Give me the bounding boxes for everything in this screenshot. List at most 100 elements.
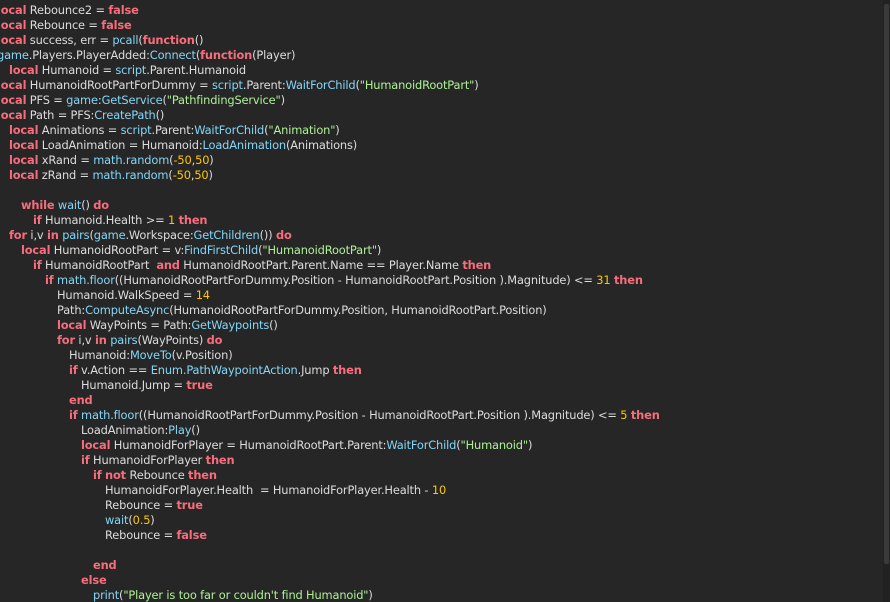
code-line[interactable]: Rebounce = true	[0, 498, 660, 513]
code-token: local	[0, 3, 27, 17]
code-token: )	[376, 243, 382, 257]
code-token: local	[9, 138, 39, 152]
code-line[interactable]: local success, err = pcall(function()	[0, 33, 660, 48]
code-line[interactable]: else	[0, 573, 660, 588]
code-token: "Player is too far or couldn't find Huma…	[123, 588, 369, 602]
code-line[interactable]: while wait() do	[0, 198, 660, 213]
code-token: (v.Position)	[171, 348, 233, 362]
code-token: FindFirstChild	[184, 243, 259, 257]
code-token: ()	[269, 318, 278, 332]
code-token: false	[101, 18, 132, 32]
code-line[interactable]: for i,v in pairs(WayPoints) do	[0, 333, 660, 348]
code-token: )	[280, 93, 285, 107]
code-line[interactable]: Path:ComputeAsync(HumanoidRootPartForDum…	[0, 303, 660, 318]
code-line[interactable]	[0, 543, 660, 558]
code-token: Connect	[149, 48, 196, 62]
code-line[interactable]: if v.Action == Enum.PathWaypointAction.J…	[0, 363, 660, 378]
code-line[interactable]: local xRand = math.random(-50,50)	[0, 153, 660, 168]
code-token: game	[93, 228, 126, 242]
code-lines[interactable]: local Rebounce2 = falselocal Rebounce = …	[0, 3, 660, 602]
code-token: (Animations)	[285, 138, 358, 152]
code-line[interactable]: Rebounce = false	[0, 528, 660, 543]
code-line[interactable]: HumanoidForPlayer.Health = HumanoidForPl…	[0, 483, 660, 498]
code-token: in	[46, 228, 59, 242]
code-line[interactable]: local Humanoid = script.Parent.Humanoid	[0, 63, 660, 78]
code-token: LoadAnimation = Humanoid:	[38, 138, 203, 152]
code-line[interactable]: if HumanoidRootPart and HumanoidRootPart…	[0, 258, 660, 273]
code-line[interactable]: Humanoid:MoveTo(v.Position)	[0, 348, 660, 363]
code-line[interactable]: local HumanoidRootPartForDummy = script.…	[0, 78, 660, 93]
code-line[interactable]: print("Player is too far or couldn't fin…	[0, 588, 660, 602]
code-token: Enum.PathWaypointAction	[150, 363, 298, 377]
code-token: not	[105, 468, 126, 482]
code-token: Animations =	[38, 123, 121, 137]
scrollbar-thumb[interactable]	[884, 4, 889, 564]
code-token: "Animation"	[268, 123, 336, 137]
code-token: 50	[194, 168, 209, 182]
code-line[interactable]: if math.floor((HumanoidRootPartForDummy.…	[0, 408, 660, 423]
code-token: )	[150, 513, 155, 527]
code-token: i,v	[26, 228, 47, 242]
code-line[interactable]: for i,v in pairs(game.Workspace:GetChild…	[0, 228, 660, 243]
code-token: HumanoidForPlayer = HumanoidRootPart.Par…	[110, 438, 387, 452]
code-token: true	[186, 378, 213, 392]
code-line[interactable]: local zRand = math.random(-50,50)	[0, 168, 660, 183]
code-token: do	[93, 198, 109, 212]
code-token: (Player)	[252, 48, 296, 62]
code-line[interactable]: if HumanoidForPlayer then	[0, 453, 660, 468]
code-line[interactable]: Humanoid.WalkSpeed = 14	[0, 288, 660, 303]
code-token: local	[21, 243, 51, 257]
code-line[interactable]: wait(0.5)	[0, 513, 660, 528]
code-token: ()	[81, 198, 94, 212]
code-token: false	[176, 528, 207, 542]
code-line[interactable]: end	[0, 393, 660, 408]
code-line[interactable]: local HumanoidForPlayer = HumanoidRootPa…	[0, 438, 660, 453]
code-token: LoadAnimation	[202, 138, 287, 152]
code-token: ((HumanoidRootPartForDummy.Position - Hu…	[138, 408, 621, 422]
code-token: "HumanoidRootPart"	[262, 243, 377, 257]
code-token: HumanoidRootPart	[41, 258, 157, 272]
code-token: xRand =	[38, 153, 94, 167]
code-line[interactable]: local HumanoidRootPart = v:FindFirstChil…	[0, 243, 660, 258]
code-token: local	[9, 63, 39, 77]
code-token: PFS =	[26, 93, 67, 107]
vertical-scrollbar[interactable]	[883, 0, 890, 602]
code-token: 50	[195, 153, 210, 167]
code-line[interactable]: Humanoid.Jump = true	[0, 378, 660, 393]
code-token: "PathfindingService"	[166, 93, 281, 107]
code-token: local	[0, 93, 27, 107]
code-line[interactable]: if Humanoid.Health >= 1 then	[0, 213, 660, 228]
code-line[interactable]: end	[0, 558, 660, 573]
code-line[interactable]: if not Rebounce then	[0, 468, 660, 483]
code-token: )	[368, 588, 373, 602]
code-token: then	[205, 453, 235, 467]
code-token: math.floor	[81, 408, 139, 422]
code-line[interactable]: local WayPoints = Path:GetWaypoints()	[0, 318, 660, 333]
code-token: Rebounce2 =	[26, 3, 109, 17]
code-token: pairs	[62, 228, 90, 242]
code-line[interactable]: LoadAnimation:Play()	[0, 423, 660, 438]
code-line[interactable]: local Rebounce2 = false	[0, 3, 660, 18]
code-line[interactable]: local Rebounce = false	[0, 18, 660, 33]
code-token: wait	[57, 198, 82, 212]
code-token: if	[81, 453, 90, 467]
code-token: local	[9, 123, 39, 137]
code-line[interactable]: local Animations = script.Parent:WaitFor…	[0, 123, 660, 138]
code-token: Humanoid =	[38, 63, 116, 77]
code-line[interactable]	[0, 183, 660, 198]
code-token: Humanoid:	[69, 348, 130, 362]
code-editor[interactable]: local Rebounce2 = falselocal Rebounce = …	[0, 0, 883, 602]
code-line[interactable]: local LoadAnimation = Humanoid:LoadAnima…	[0, 138, 660, 153]
code-line[interactable]: local PFS = game:GetService("Pathfinding…	[0, 93, 660, 108]
code-line[interactable]: if math.floor((HumanoidRootPartForDummy.…	[0, 273, 660, 288]
code-token: pcall	[112, 33, 139, 47]
code-line[interactable]: local Path = PFS:CreatePath()	[0, 108, 660, 123]
code-token: else	[81, 573, 107, 587]
code-token: Path:	[57, 303, 86, 317]
code-line[interactable]: game.Players.PlayerAdded:Connect(functio…	[0, 48, 660, 63]
code-token: then	[178, 213, 208, 227]
code-token: i,v	[74, 333, 95, 347]
code-token: math.random	[93, 153, 170, 167]
code-token: then	[613, 273, 643, 287]
code-token: Humanoid.Jump =	[81, 378, 187, 392]
